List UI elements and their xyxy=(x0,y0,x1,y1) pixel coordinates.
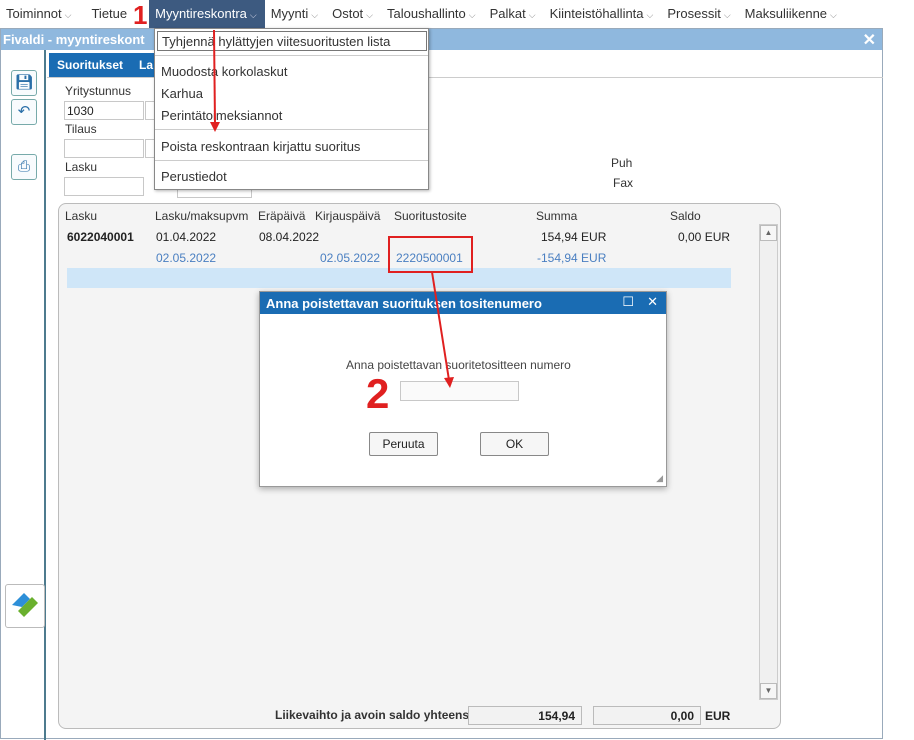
annotation-arrows xyxy=(210,29,473,388)
annotation-arrow-1 xyxy=(213,29,216,125)
annotation-arrowhead-2 xyxy=(444,377,454,388)
annotation-arrow-2 xyxy=(431,271,450,381)
annotation-box xyxy=(388,236,473,273)
annotation-arrowhead-1 xyxy=(210,122,220,132)
